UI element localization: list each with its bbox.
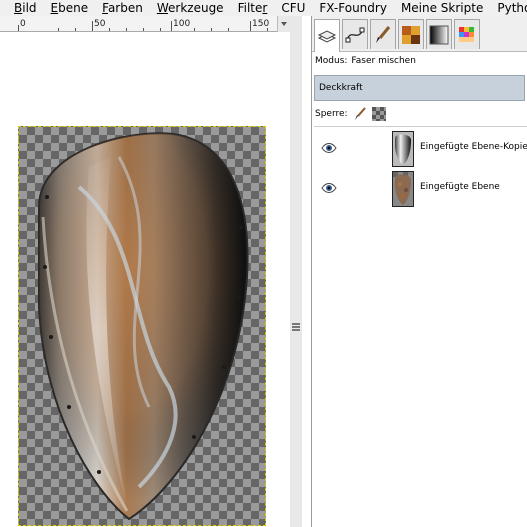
layers-dock: Modus: Faser mischen Deckkraft Sperre: E… [311,16,527,527]
chevron-down-icon [281,22,287,26]
eye-icon[interactable] [321,182,337,194]
menu-python-fu[interactable]: Python-Fu [489,0,527,16]
tab-layers[interactable] [314,19,340,52]
menu-werkzeuge[interactable]: Werkzeuge [149,0,230,16]
mode-label: Modus: [315,56,348,66]
horizontal-ruler[interactable]: 0 50 100 150 [0,16,290,32]
layer-name[interactable]: Eingefügte Ebene-Kopie [420,142,527,152]
menu-ebene[interactable]: Ebene [43,0,95,16]
opacity-label: Deckkraft [319,83,363,93]
menu-farben[interactable]: Farben [94,0,149,16]
lock-row: Sperre: [315,106,386,122]
eye-icon[interactable] [321,142,337,154]
pattern-icon [402,25,420,44]
layer-thumbnail [392,131,414,167]
ruler-label-150: 150 [252,19,269,29]
layer-row[interactable]: Eingefügte Ebene-Kopie [314,129,527,169]
brush-icon [376,25,391,43]
dock-tab-bar [312,16,527,52]
palette-icon [459,26,474,42]
mode-select[interactable]: Faser mischen [351,56,416,66]
lock-alpha-icon[interactable] [371,107,386,121]
tab-palettes[interactable] [454,19,480,49]
lock-pixels-icon[interactable] [353,107,367,121]
ruler-ticks: 0 50 100 150 [18,19,269,31]
opacity-slider[interactable]: Deckkraft [314,75,525,101]
image-canvas-area[interactable]: 0 50 100 150 [0,16,290,527]
ruler-label-50: 50 [94,19,106,29]
image-layer-frame[interactable] [18,126,266,526]
menu-cfu[interactable]: CFU [273,0,311,16]
gradient-icon [429,25,449,44]
tab-gradients[interactable] [426,19,452,49]
tab-patterns[interactable] [398,19,424,49]
layers-list: Eingefügte Ebene-Kopie Eingefügte Ebene [314,126,527,527]
layer-row[interactable]: Eingefügte Ebene [314,169,527,209]
ruler-corner-arrow[interactable] [277,16,290,32]
menu-filter[interactable]: Filter [230,0,274,16]
layer-name[interactable]: Eingefügte Ebene [420,182,500,192]
tab-brushes[interactable] [370,19,396,49]
lock-label: Sperre: [315,109,348,119]
menu-meine-skripte[interactable]: Meine Skripte [393,0,489,16]
vertical-scrollbar[interactable] [290,16,302,527]
shield-image [38,132,249,521]
ruler-label-0: 0 [20,19,26,29]
mode-row: Modus: Faser mischen [315,56,416,66]
pane-resize-grip[interactable] [292,322,300,332]
layers-icon [317,30,337,43]
paths-icon [345,27,365,42]
menu-fx-foundry[interactable]: FX-Foundry [311,0,393,16]
ruler-label-100: 100 [173,19,190,29]
layer-thumbnail [392,171,414,207]
tab-paths[interactable] [342,19,368,49]
menu-bar: Bild Ebene Farben Werkzeuge Filter CFU F… [0,0,527,16]
menu-bild[interactable]: Bild [0,0,43,16]
